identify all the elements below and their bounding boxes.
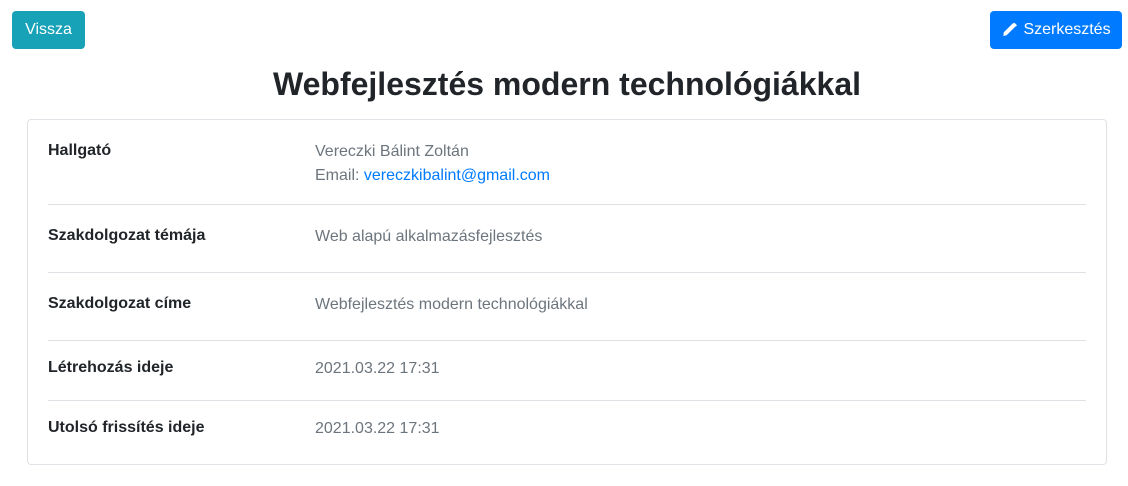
updated-label: Utolsó frissítés ideje [48,419,205,436]
student-name: Vereczki Bálint Zoltán [315,143,469,160]
page-title: Webfejlesztés modern technológiákkal [272,66,861,102]
student-value: Vereczki Bálint Zoltán Email: vereczkiba… [315,140,550,188]
detail-row-topic: Szakdolgozat témája Web alapú alkalmazás… [48,205,1086,273]
detail-row-updated: Utolsó frissítés ideje 2021.03.22 17:31 [48,401,1086,465]
details-card: Hallgató Vereczki Bálint Zoltán Email: v… [27,119,1107,465]
detail-row-student: Hallgató Vereczki Bálint Zoltán Email: v… [48,120,1086,205]
thesis-detail-page: Vissza Szerkesztés Webfejlesztés modern … [0,0,1128,486]
pencil-icon [1001,22,1018,38]
back-button[interactable]: Vissza [12,11,85,49]
back-button-label: Vissza [25,21,72,38]
updated-value: 2021.03.22 17:31 [315,420,440,437]
created-label: Létrehozás ideje [48,359,174,376]
topic-value: Web alapú alkalmazásfejlesztés [315,228,543,245]
student-email-line: Email: vereczkibalint@gmail.com [315,164,550,188]
email-prefix: Email: [315,167,360,184]
student-email-link[interactable]: vereczkibalint@gmail.com [364,167,550,184]
thesis-title-label: Szakdolgozat címe [48,295,192,312]
created-value: 2021.03.22 17:31 [315,360,440,377]
thesis-title-value: Webfejlesztés modern technológiákkal [315,296,588,313]
topic-label: Szakdolgozat témája [48,227,206,244]
detail-row-created: Létrehozás ideje 2021.03.22 17:31 [48,341,1086,401]
student-label: Hallgató [48,142,112,159]
edit-button[interactable]: Szerkesztés [990,11,1122,49]
edit-button-label: Szerkesztés [1023,21,1111,38]
detail-row-thesis-title: Szakdolgozat címe Webfejlesztés modern t… [48,273,1086,341]
